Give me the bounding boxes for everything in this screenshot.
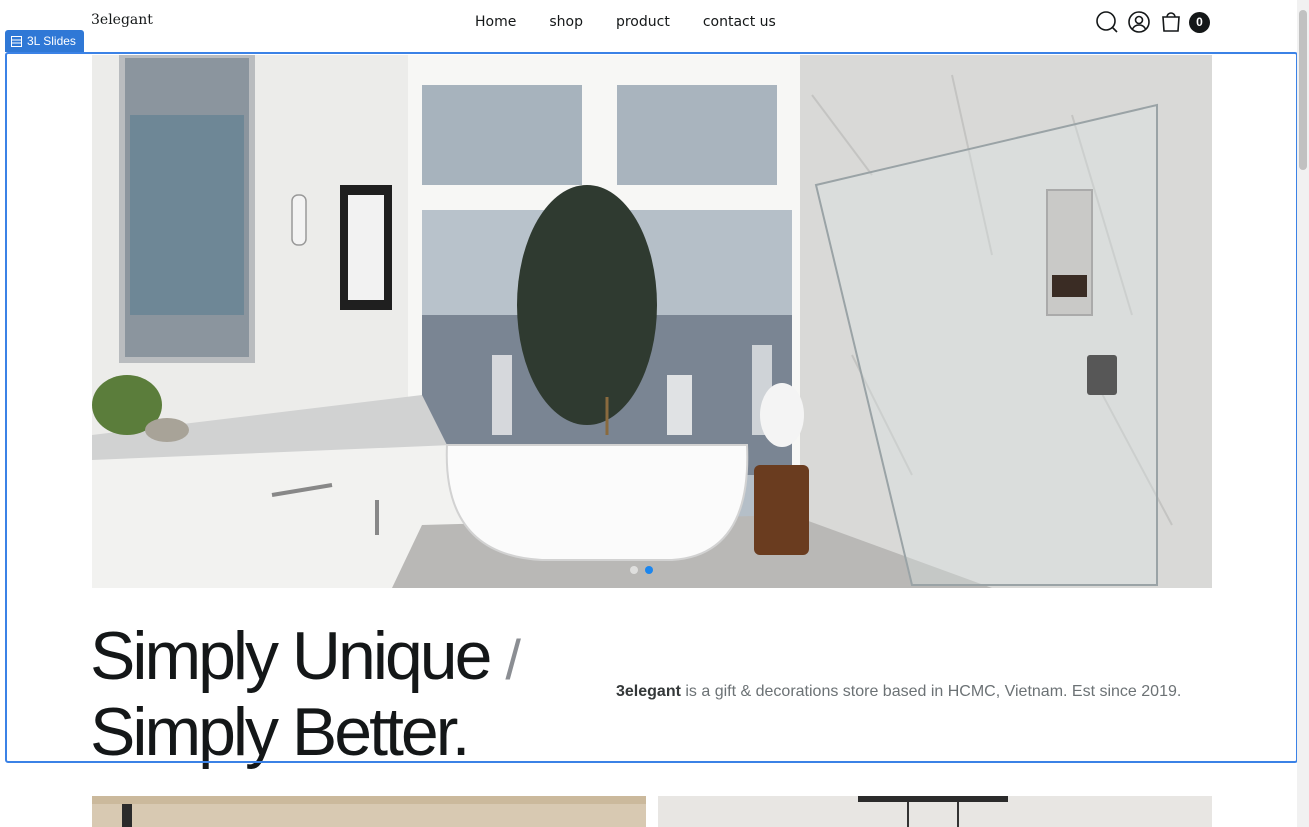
user-icon[interactable]: [1127, 10, 1151, 34]
headline-line-2: Simply Better.: [90, 694, 470, 770]
slider-pagination: [630, 566, 653, 574]
banner-image-right[interactable]: [658, 796, 1212, 827]
banner-image-left[interactable]: [92, 796, 646, 827]
page-scrollbar[interactable]: [1297, 0, 1309, 827]
slider-dot-active[interactable]: [645, 566, 653, 574]
headline-slash: /: [505, 628, 521, 691]
hero-slider[interactable]: [92, 55, 1212, 588]
site-logo[interactable]: 3elegant: [91, 12, 153, 28]
nav-link-home[interactable]: Home: [475, 14, 516, 30]
slides-block-tag[interactable]: 3L Slides: [5, 30, 84, 52]
hero-headline: Simply Unique / Simply Better.: [90, 620, 650, 768]
slider-dot[interactable]: [630, 566, 638, 574]
banner-left-graphic: [92, 796, 646, 827]
hero-bathroom-image: [92, 55, 1212, 588]
cart-count-badge: 0: [1189, 11, 1210, 33]
scrollbar-thumb[interactable]: [1299, 10, 1307, 170]
main-nav: Home shop product contact us: [475, 14, 776, 30]
headline-line-1: Simply Unique: [90, 618, 492, 694]
header-actions: 0: [1095, 10, 1210, 34]
banner-right-graphic: [658, 796, 1212, 827]
hero-tagline: 3elegant is a gift & decorations store b…: [616, 683, 1212, 701]
slides-block-label: 3L Slides: [27, 34, 76, 48]
nav-link-shop[interactable]: shop: [549, 14, 583, 30]
tagline-brand: 3elegant: [616, 683, 681, 700]
tagline-text: is a gift & decorations store based in H…: [680, 683, 1182, 700]
nav-link-contact[interactable]: contact us: [703, 14, 776, 30]
slides-icon: [11, 35, 22, 47]
site-header: 3elegant Home shop product contact us 0: [0, 0, 1309, 48]
nav-link-product[interactable]: product: [616, 14, 670, 30]
shopping-bag-icon[interactable]: [1159, 10, 1183, 34]
search-icon[interactable]: [1095, 10, 1119, 34]
